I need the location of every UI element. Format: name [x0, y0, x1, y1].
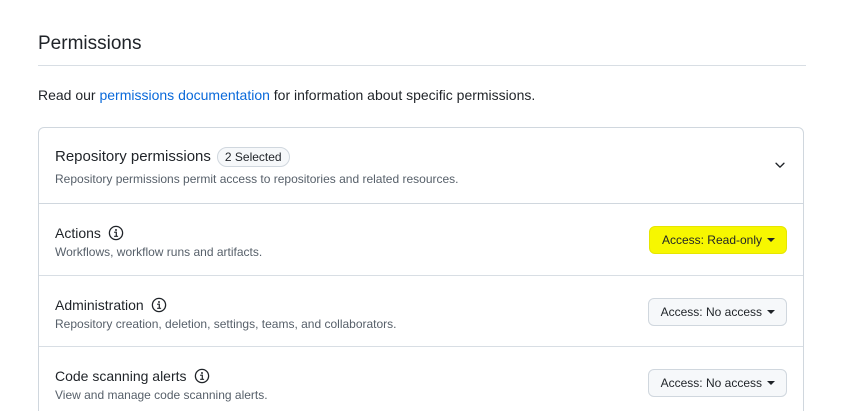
access-level-label: Access: No access	[660, 305, 762, 319]
access-level-dropdown[interactable]: Access: No access	[647, 369, 787, 397]
intro-text: Read our permissions documentation for i…	[38, 85, 535, 105]
access-level-label: Access: Read-only	[661, 233, 762, 247]
permission-description: Workflows, workflow runs and artifacts.	[55, 245, 263, 259]
permission-name: Code scanning alerts	[55, 368, 187, 384]
selected-count-badge: 2 Selected	[216, 147, 290, 167]
caret-down-icon	[767, 310, 775, 314]
permission-description: Repository creation, deletion, settings,…	[55, 317, 397, 331]
permissions-page: Permissions Read our permissions documen…	[0, 0, 852, 411]
caret-down-icon	[767, 238, 775, 242]
permission-name: Administration	[55, 297, 144, 313]
chevron-down-icon[interactable]	[773, 158, 787, 172]
permission-description: View and manage code scanning alerts.	[55, 388, 268, 402]
access-level-label: Access: No access	[660, 376, 762, 390]
panel-description: Repository permissions permit access to …	[55, 172, 459, 186]
panel-title: Repository permissions	[55, 148, 211, 165]
panel-title-row: Repository permissions 2 Selected	[55, 147, 290, 167]
info-icon[interactable]	[151, 297, 167, 313]
permissions-documentation-link[interactable]: permissions documentation	[99, 87, 269, 103]
info-icon[interactable]	[108, 225, 124, 241]
permission-title-row: Actions	[55, 224, 124, 242]
permission-title-row: Code scanning alerts	[55, 367, 210, 385]
caret-down-icon	[767, 381, 775, 385]
permission-row: Actions Workflows, workflow runs and art…	[39, 204, 803, 275]
permission-title-row: Administration	[55, 296, 167, 314]
permission-name: Actions	[55, 225, 101, 241]
access-level-dropdown[interactable]: Access: No access	[647, 298, 787, 326]
repository-permissions-panel: Repository permissions 2 Selected Reposi…	[38, 127, 804, 411]
divider	[38, 65, 806, 66]
intro-suffix: for information about specific permissio…	[269, 87, 536, 103]
access-level-dropdown[interactable]: Access: Read-only	[648, 226, 787, 254]
permission-row: Administration Repository creation, dele…	[39, 275, 803, 346]
repository-permissions-header[interactable]: Repository permissions 2 Selected Reposi…	[39, 128, 803, 204]
section-title: Permissions	[38, 33, 142, 54]
permission-rows: Actions Workflows, workflow runs and art…	[39, 204, 803, 411]
info-icon[interactable]	[194, 368, 210, 384]
permission-row: Code scanning alerts View and manage cod…	[39, 346, 803, 411]
intro-prefix: Read our	[38, 87, 100, 103]
